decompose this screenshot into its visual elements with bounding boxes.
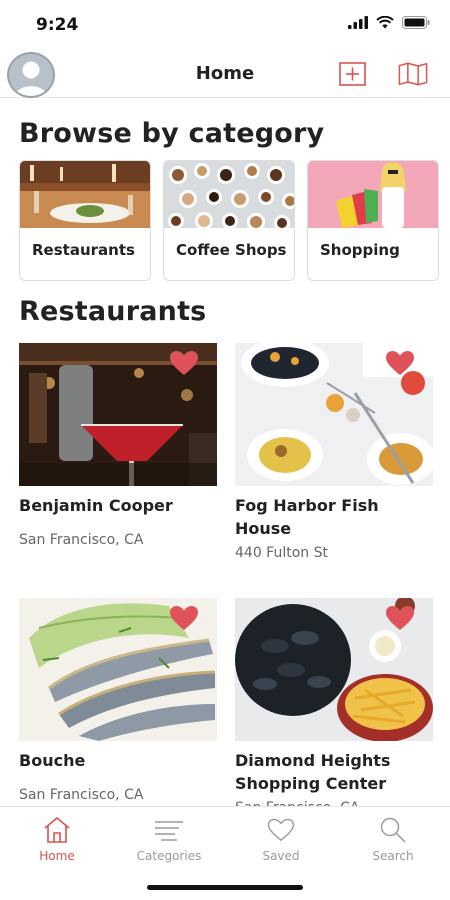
restaurant-name: Benjamin Cooper — [19, 496, 173, 515]
shopping-photo — [308, 161, 438, 228]
tab-home[interactable]: Home — [7, 815, 107, 863]
category-label: Shopping — [320, 241, 400, 259]
heart-icon — [267, 818, 295, 842]
avatar[interactable] — [7, 52, 55, 98]
restaurant-card-bouche[interactable]: Bouche San Francisco, CA — [19, 598, 217, 803]
category-carousel[interactable]: Restaurants Coffee Shops Shopping — [19, 160, 450, 282]
restaurant-photo — [19, 343, 217, 486]
page-title: Home — [195, 63, 255, 84]
categories-icon — [155, 821, 183, 841]
user-icon — [15, 61, 47, 96]
restaurants-photo — [20, 161, 150, 228]
heart-icon[interactable] — [169, 350, 199, 376]
nav-bar: Home — [0, 50, 450, 98]
category-label: Coffee Shops — [176, 241, 287, 259]
tab-saved[interactable]: Saved — [231, 815, 331, 863]
battery-icon — [402, 16, 430, 29]
home-indicator[interactable] — [147, 885, 303, 890]
restaurant-card-benjamin-cooper[interactable]: Benjamin Cooper San Francisco, CA — [19, 343, 217, 548]
wifi-icon — [376, 16, 394, 29]
signal-icon — [348, 16, 368, 29]
tab-label: Home — [39, 849, 75, 863]
restaurant-address: 440 Fulton St — [235, 545, 328, 561]
restaurant-name: Diamond Heights Shopping Center — [235, 751, 391, 793]
category-card-shopping[interactable]: Shopping — [307, 160, 439, 281]
add-icon — [338, 62, 366, 86]
heart-icon[interactable] — [169, 605, 199, 631]
search-icon — [380, 817, 406, 843]
map-icon — [398, 62, 428, 86]
heart-icon[interactable] — [385, 350, 415, 376]
restaurant-name: Bouche — [19, 751, 86, 770]
add-button[interactable] — [337, 60, 367, 88]
restaurant-address: San Francisco, CA — [19, 532, 144, 548]
status-icons — [348, 16, 430, 29]
restaurant-photo — [235, 598, 433, 741]
restaurant-card-fog-harbor[interactable]: Fog Harbor Fish House 440 Fulton St — [235, 343, 433, 561]
category-card-restaurants[interactable]: Restaurants — [19, 160, 151, 281]
home-icon — [44, 817, 70, 843]
restaurant-address: San Francisco, CA — [19, 787, 144, 803]
restaurant-card-diamond-heights[interactable]: Diamond Heights Shopping Center San Fran… — [235, 598, 433, 816]
category-label: Restaurants — [32, 241, 135, 259]
restaurant-photo — [19, 598, 217, 741]
tab-categories[interactable]: Categories — [119, 815, 219, 863]
tab-label: Categories — [136, 849, 202, 863]
status-time: 9:24 — [36, 15, 79, 35]
restaurant-photo — [235, 343, 433, 486]
coffee-shops-photo — [164, 161, 294, 231]
tab-label: Search — [372, 849, 414, 863]
category-card-coffee-shops[interactable]: Coffee Shops — [163, 160, 295, 281]
heart-icon[interactable] — [385, 605, 415, 631]
tab-label: Saved — [262, 849, 300, 863]
browse-heading: Browse by category — [19, 118, 325, 149]
status-bar: 9:24 — [0, 0, 450, 50]
map-button[interactable] — [398, 60, 428, 88]
restaurants-heading: Restaurants — [19, 296, 207, 327]
tab-search[interactable]: Search — [343, 815, 443, 863]
restaurant-name: Fog Harbor Fish House — [235, 496, 379, 538]
